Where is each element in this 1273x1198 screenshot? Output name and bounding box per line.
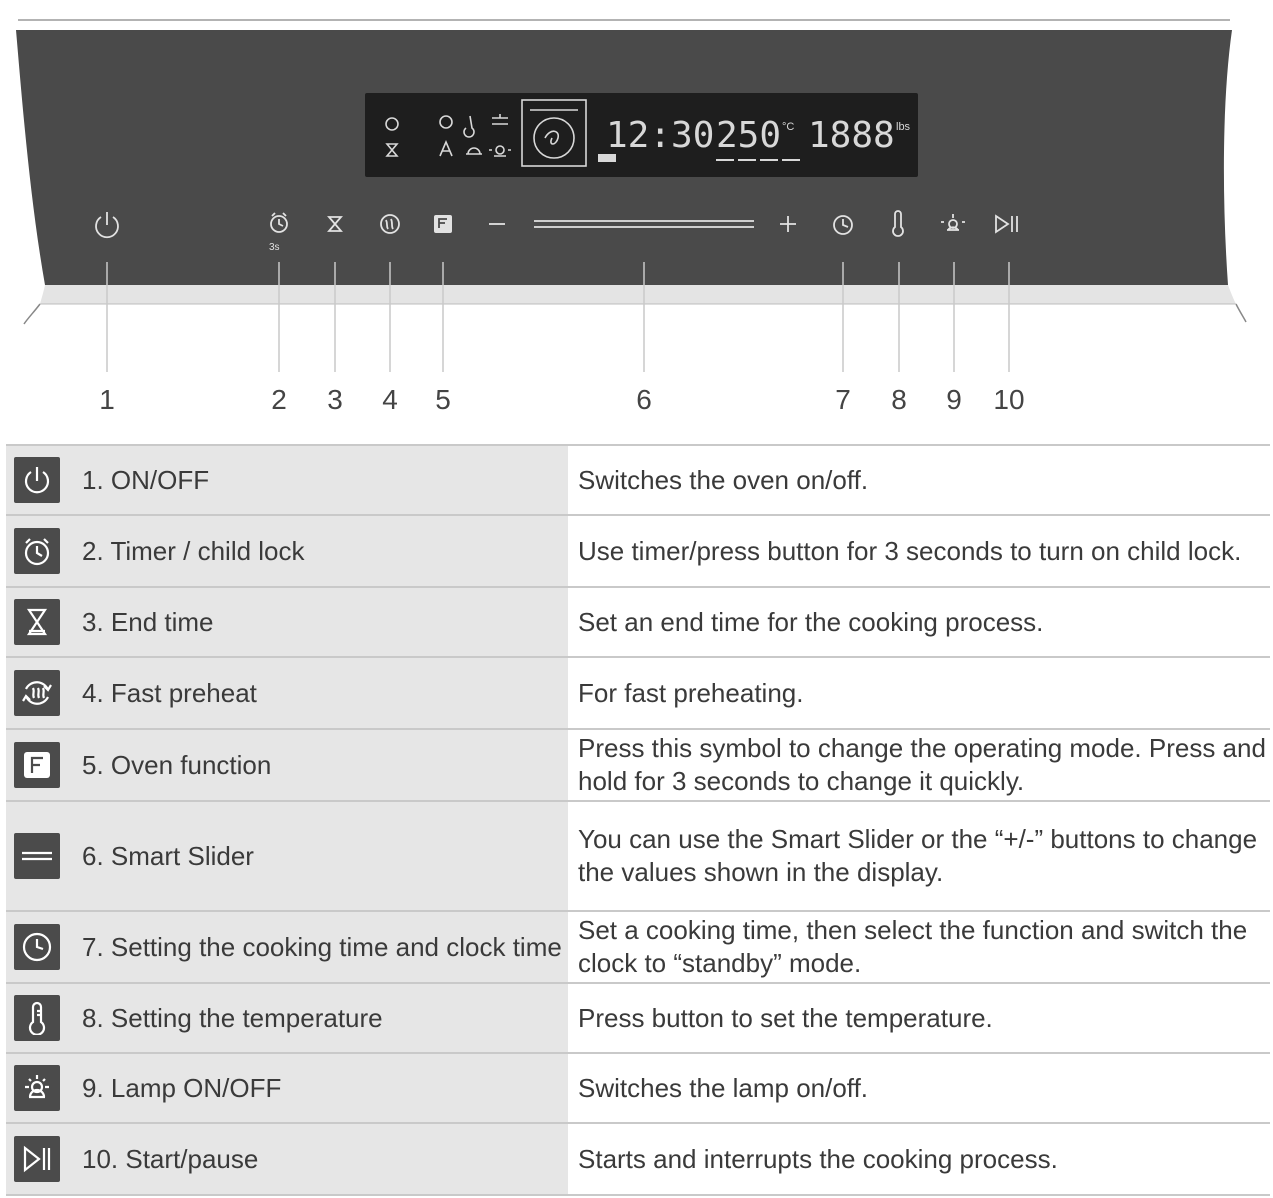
control-description: Set a cooking time, then select the func…	[568, 910, 1270, 984]
table-row: 7. Setting the cooking time and clock ti…	[6, 910, 1270, 984]
table-row: 6. Smart Slider You can use the Smart Sl…	[6, 800, 1270, 912]
panel-function-button[interactable]	[434, 215, 452, 233]
control-name: 2. Timer / child lock	[76, 514, 569, 588]
table-row: 4. Fast preheat For fast preheating.	[6, 656, 1270, 730]
lamp-icon	[14, 1065, 60, 1111]
control-name: 7. Setting the cooking time and clock ti…	[76, 910, 569, 984]
fast-preheat-icon	[14, 670, 60, 716]
display-temperature: 250	[716, 115, 781, 156]
thermometer-icon	[14, 995, 60, 1041]
controls-table: 1. ON/OFF Switches the oven on/off. 2. T…	[6, 444, 1270, 1196]
control-panel-illustration: 12:30 250 °C 1888 lbs 3s 1 2 3 4 5 6 7 8…	[0, 0, 1273, 440]
control-description: Use timer/press button for 3 seconds to …	[568, 514, 1270, 588]
table-row: 2. Timer / child lock Use timer/press bu…	[6, 514, 1270, 588]
callout-number: 9	[946, 384, 962, 415]
callout-number: 8	[891, 384, 907, 415]
callout-number: 2	[271, 384, 287, 415]
clock-icon	[14, 924, 60, 970]
table-row: 10. Start/pause Starts and interrupts th…	[6, 1122, 1270, 1196]
control-description: Switches the lamp on/off.	[568, 1052, 1270, 1124]
slider-icon	[14, 833, 60, 879]
control-name: 9. Lamp ON/OFF	[76, 1052, 569, 1124]
power-icon	[14, 457, 60, 503]
control-name: 1. ON/OFF	[76, 444, 569, 516]
control-name: 6. Smart Slider	[76, 800, 569, 912]
callout-number: 10	[993, 384, 1025, 415]
control-name: 5. Oven function	[76, 728, 569, 802]
control-description: Set an end time for the cooking process.	[568, 586, 1270, 658]
callout-number: 5	[435, 384, 451, 415]
play-pause-icon	[14, 1136, 60, 1182]
control-description: Switches the oven on/off.	[568, 444, 1270, 516]
alarm-clock-icon	[14, 528, 60, 574]
table-row: 9. Lamp ON/OFF Switches the lamp on/off.	[6, 1052, 1270, 1124]
oven-panel-drawing: 12:30 250 °C 1888 lbs 3s	[16, 19, 1247, 372]
callout-number: 3	[327, 384, 343, 415]
control-name: 10. Start/pause	[76, 1122, 569, 1196]
display-clock: 12:30	[606, 115, 714, 156]
panel-timer-sublabel: 3s	[269, 242, 280, 253]
control-description: You can use the Smart Slider or the “+/-…	[568, 800, 1270, 912]
display-temp-units: °C	[782, 121, 794, 133]
table-row: 3. End time Set an end time for the cook…	[6, 586, 1270, 658]
hourglass-icon	[14, 599, 60, 645]
control-name: 4. Fast preheat	[76, 656, 569, 730]
control-description: For fast preheating.	[568, 656, 1270, 730]
table-row: 5. Oven function Press this symbol to ch…	[6, 728, 1270, 802]
callout-number: 6	[636, 384, 652, 415]
control-name: 3. End time	[76, 586, 569, 658]
callout-number: 7	[835, 384, 851, 415]
control-description: Starts and interrupts the cooking proces…	[568, 1122, 1270, 1196]
control-description: Press button to set the temperature.	[568, 982, 1270, 1054]
display-weight-unit: lbs	[896, 121, 911, 133]
table-row: 1. ON/OFF Switches the oven on/off.	[6, 444, 1270, 516]
display-weight: 1888	[808, 115, 895, 156]
control-description: Press this symbol to change the operatin…	[568, 728, 1270, 802]
callout-number: 1	[99, 384, 115, 415]
table-row: 8. Setting the temperature Press button …	[6, 982, 1270, 1054]
function-f-icon	[14, 742, 60, 788]
control-name: 8. Setting the temperature	[76, 982, 569, 1054]
callout-number: 4	[382, 384, 398, 415]
